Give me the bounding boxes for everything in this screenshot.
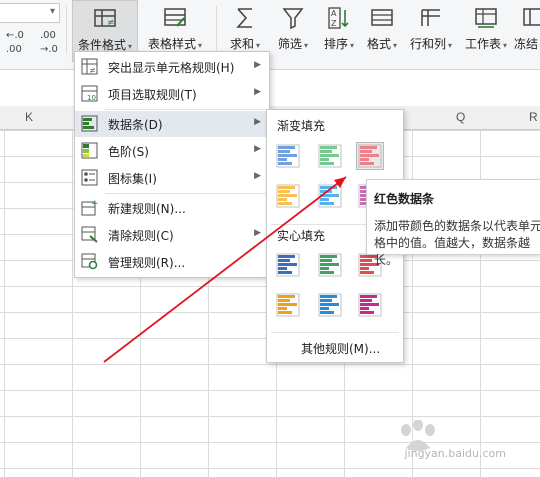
- table-style-icon: [164, 8, 186, 27]
- menu-item-label: 新建规则(N)...: [108, 202, 186, 216]
- format-label: 格式: [366, 37, 391, 51]
- svg-text:≠: ≠: [107, 18, 115, 28]
- new-rule-icon: +: [81, 199, 98, 216]
- solid-fill-heading: 实心填充: [277, 229, 326, 243]
- watermark-text: jingyan.baidu.com: [404, 447, 506, 460]
- manage-rules-icon: [81, 253, 98, 270]
- sum-icon: [236, 8, 252, 28]
- tooltip-description: 添加带颜色的数据条以代表单元格中的值。值越大，数据条越长。: [374, 219, 540, 267]
- data-bar-swatch[interactable]: [275, 143, 301, 169]
- data-bars-icon: [81, 115, 98, 132]
- tooltip-title: 红色数据条: [374, 192, 435, 206]
- column-header-k[interactable]: K: [25, 110, 33, 124]
- chevron-down-icon: ▾: [128, 42, 133, 51]
- menu-item-highlight-rules[interactable]: ≠ 突出显示单元格规则(H) ▶: [75, 54, 269, 80]
- menu-item-top-bottom-rules[interactable]: 10 项目选取规则(T) ▶: [75, 81, 269, 107]
- column-header-q[interactable]: Q: [456, 110, 465, 124]
- menu-item-label: 图标集(I): [108, 172, 157, 186]
- svg-text:≠: ≠: [89, 66, 96, 75]
- clear-rules-icon: [81, 226, 98, 243]
- chevron-down-icon: ▾: [448, 41, 453, 50]
- data-bar-swatch[interactable]: [357, 292, 383, 318]
- freeze-button[interactable]: 冻结: [514, 0, 540, 62]
- conditional-format-menu: ≠ 突出显示单元格规则(H) ▶ 10 项目选取规则(T) ▶ 数据条(D) ▶…: [74, 51, 270, 278]
- data-bar-swatch[interactable]: [317, 292, 343, 318]
- data-bar-swatch[interactable]: [317, 183, 343, 209]
- svg-text:Z: Z: [331, 19, 337, 28]
- chevron-down-icon: ▾: [198, 41, 203, 50]
- decrease-decimal-button[interactable]: ←.0: [6, 30, 24, 41]
- menu-item-label: 管理规则(R)...: [108, 256, 186, 270]
- top-bottom-rules-icon: 10: [81, 85, 98, 102]
- data-bar-swatch[interactable]: [317, 143, 343, 169]
- data-bar-swatch[interactable]: [275, 183, 301, 209]
- menu-item-manage-rules[interactable]: 管理规则(R)...: [75, 249, 269, 275]
- table-style-label: 表格样式: [147, 37, 196, 51]
- menu-item-color-scales[interactable]: 色阶(S) ▶: [75, 138, 269, 164]
- worksheet-label: 工作表: [464, 37, 501, 51]
- menu-item-clear-rules[interactable]: 清除规则(C) ▶: [75, 222, 269, 248]
- worksheet-button[interactable]: 工作表 ▾: [460, 0, 512, 62]
- rows-columns-button[interactable]: 行和列 ▾: [404, 0, 458, 62]
- chevron-down-icon: ▾: [256, 41, 261, 50]
- filter-button[interactable]: 筛选 ▾: [270, 0, 316, 62]
- chevron-right-icon: ▶: [254, 117, 261, 127]
- baidu-watermark: jingyan.baidu.com: [396, 419, 506, 460]
- menu-item-data-bars[interactable]: 数据条(D) ▶: [75, 111, 269, 137]
- chevron-right-icon: ▶: [254, 87, 261, 97]
- color-scales-icon: [81, 142, 98, 159]
- svg-text:+: +: [91, 199, 98, 209]
- chevron-down-icon: ▾: [350, 41, 355, 50]
- menu-item-label: 色阶(S): [108, 145, 149, 159]
- conditional-format-icon: ≠: [94, 9, 116, 28]
- data-bar-swatch[interactable]: [317, 252, 343, 278]
- chevron-right-icon: ▶: [254, 144, 261, 154]
- highlight-rules-icon: ≠: [81, 58, 98, 75]
- column-header-r[interactable]: R: [529, 110, 538, 124]
- format-icon: [371, 9, 393, 26]
- svg-text:A: A: [331, 9, 337, 18]
- menu-item-label: 项目选取规则(T): [108, 88, 197, 102]
- freeze-icon: [523, 8, 540, 26]
- menu-item-icon-sets[interactable]: 图标集(I) ▶: [75, 165, 269, 191]
- increase-decimal-2-button[interactable]: →.0: [40, 44, 58, 55]
- filter-label: 筛选: [277, 37, 302, 51]
- format-button[interactable]: 格式 ▾: [362, 0, 402, 62]
- chevron-right-icon: ▶: [254, 60, 261, 70]
- chevron-down-icon: ▾: [393, 41, 398, 50]
- chevron-down-icon: ▾: [304, 41, 309, 50]
- sum-label: 求和: [229, 37, 254, 51]
- menu-item-label: 突出显示单元格规则(H): [108, 61, 235, 75]
- filter-icon: [282, 8, 304, 30]
- more-rules-button[interactable]: 其他规则(M)...: [301, 340, 380, 357]
- worksheet-icon: [475, 8, 497, 28]
- decrease-decimal-2-button[interactable]: .00: [6, 44, 22, 55]
- data-bar-swatch[interactable]: [275, 292, 301, 318]
- increase-decimal-button[interactable]: .00: [40, 30, 56, 41]
- number-format-select[interactable]: ▾: [0, 3, 60, 23]
- icon-sets-icon: [81, 169, 98, 186]
- tooltip: 红色数据条 添加带颜色的数据条以代表单元格中的值。值越大，数据条越长。: [366, 179, 540, 267]
- sort-button[interactable]: A Z 排序 ▾: [316, 0, 362, 62]
- svg-text:10: 10: [87, 94, 96, 102]
- sort-label: 排序: [323, 37, 348, 51]
- chevron-down-icon: ▾: [49, 6, 55, 17]
- chevron-right-icon: ▶: [254, 171, 261, 181]
- rows-columns-label: 行和列: [409, 37, 446, 51]
- data-bar-swatch[interactable]: [275, 252, 301, 278]
- menu-item-new-rule[interactable]: + 新建规则(N)...: [75, 195, 269, 221]
- chevron-down-icon: ▾: [503, 41, 508, 50]
- rows-columns-icon: [421, 9, 440, 26]
- menu-item-label: 数据条(D): [108, 118, 163, 132]
- data-bar-swatch[interactable]: [356, 142, 384, 170]
- freeze-label: 冻结: [514, 37, 539, 51]
- gradient-fill-heading: 渐变填充: [277, 119, 326, 133]
- conditional-format-label: 条件格式: [77, 38, 126, 52]
- chevron-right-icon: ▶: [254, 228, 261, 238]
- menu-item-label: 清除规则(C): [108, 229, 174, 243]
- sort-icon: A Z: [328, 7, 349, 29]
